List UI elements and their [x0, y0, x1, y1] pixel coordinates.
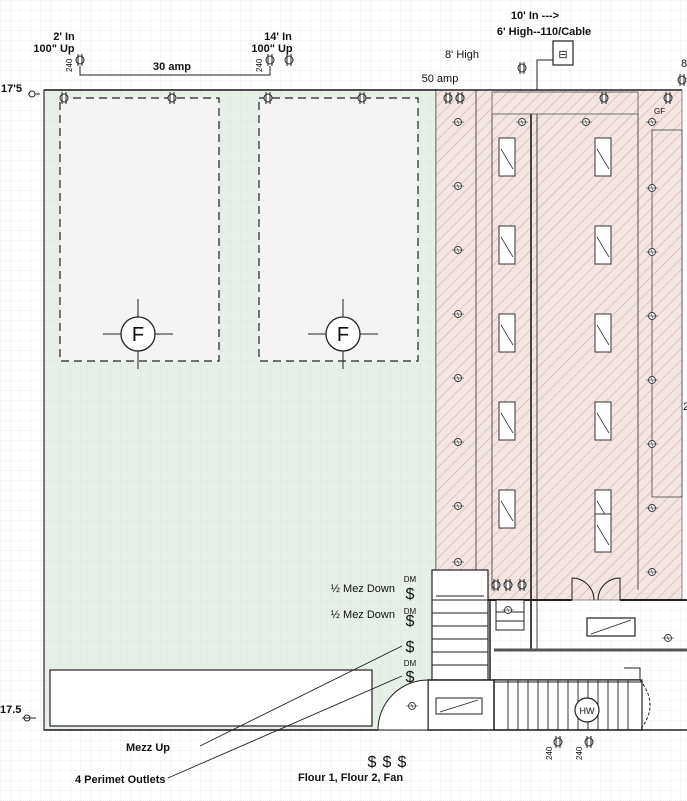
outlet-left-label: 2' In — [53, 31, 75, 43]
cable-label: 10' In ---> — [511, 10, 559, 22]
outlet-mid-height: 100" Up — [251, 43, 293, 55]
dim-right-mid: 2 — [683, 401, 687, 413]
switch-icon: $ — [368, 754, 377, 771]
hw-label: HW — [580, 706, 595, 716]
dm-label: DM — [404, 659, 417, 668]
switch-icon: $ — [406, 639, 415, 656]
switch-icon: $ — [406, 669, 415, 686]
dim-right-top: 8 — [681, 58, 687, 70]
switch-icon: $ — [383, 754, 392, 771]
mezz-up-label: Mezz Up — [126, 742, 170, 754]
outlet-left-height: 100" Up — [33, 43, 75, 55]
tag-240: 240 — [575, 746, 584, 760]
bottom-switches: $ $ $ — [368, 754, 407, 771]
fan-label: F — [337, 324, 349, 346]
floors-fan-label: Flour 1, Flour 2, Fan — [298, 772, 403, 784]
tag-240: 240 — [65, 58, 74, 72]
dim-bottom-left: 17.5 — [0, 704, 21, 716]
dim-marker — [28, 90, 36, 98]
cable-sub-label: 6' High--110/Cable — [497, 26, 591, 38]
hatched-zone — [435, 89, 683, 601]
dm-label: DM — [404, 575, 417, 584]
outlet-mid-label: 14' In — [264, 31, 292, 43]
panel-glyph: ⊟ — [558, 49, 567, 61]
mez-down-label-1: ½ Mez Down — [331, 583, 395, 595]
dim-top-left: 17'5 — [1, 83, 22, 95]
eight-high-label: 8' High — [445, 49, 479, 61]
floor-plan-drawing: F F 30 amp 240 240 2' In 100" Up 14' In … — [0, 0, 687, 801]
switch-icon: $ — [406, 586, 415, 603]
switch-icon: $ — [398, 754, 407, 771]
gf-label: GF — [654, 107, 665, 116]
mez-down-label-2: ½ Mez Down — [331, 609, 395, 621]
fan-label: F — [132, 324, 144, 346]
tag-240: 240 — [545, 746, 554, 760]
tag-240: 240 — [255, 58, 264, 72]
hatched-top-strip — [491, 91, 639, 115]
counter — [49, 669, 373, 727]
circuit-50-label: 50 amp — [422, 73, 459, 85]
hatched-side-strip — [651, 129, 683, 498]
switch-icon: $ — [406, 613, 415, 630]
perimeter-label: 4 Perimet Outlets — [75, 774, 165, 786]
circuit-30-label: 30 amp — [153, 61, 191, 73]
